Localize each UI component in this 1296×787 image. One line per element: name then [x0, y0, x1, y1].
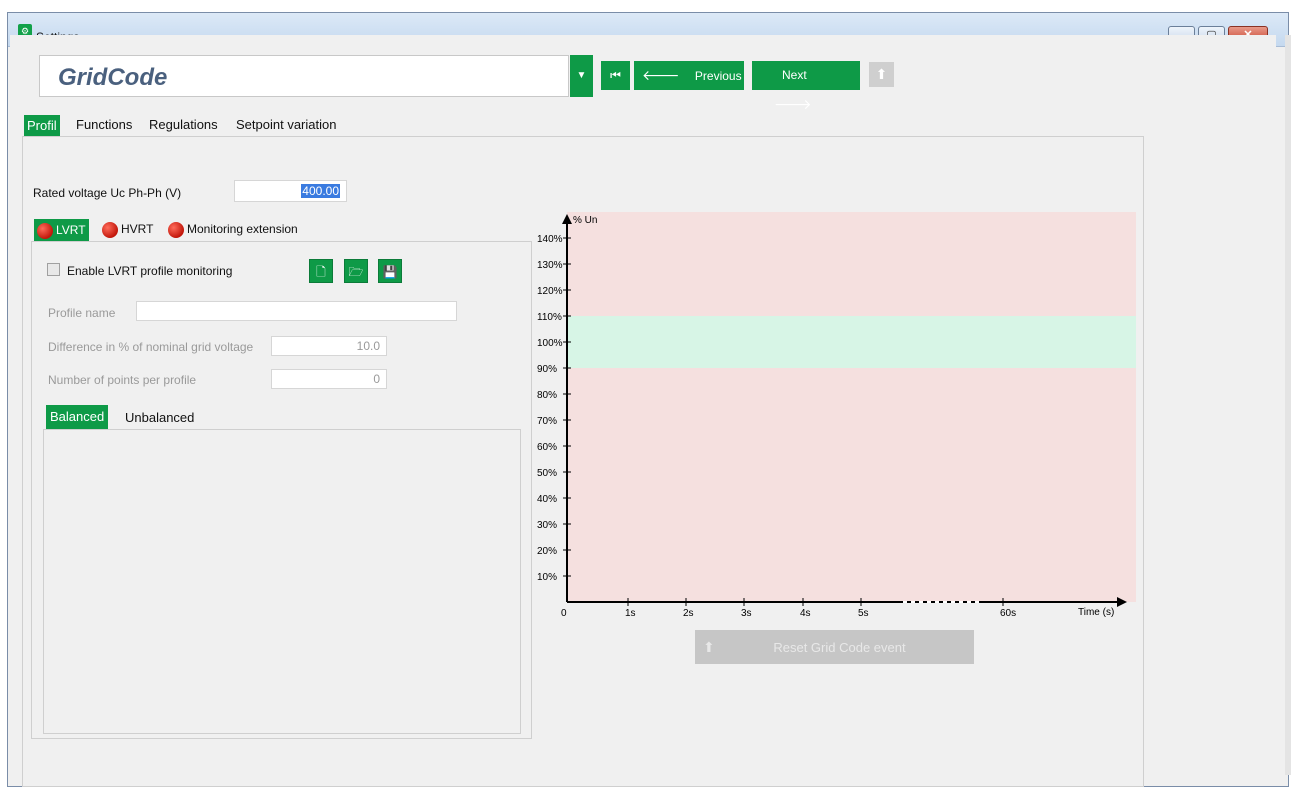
- y-tick-label: 140%: [537, 234, 563, 245]
- next-label: Next: [782, 68, 807, 82]
- points-label: Number of points per profile: [48, 373, 197, 387]
- status-red-icon: [37, 222, 53, 239]
- y-tick-label: 30%: [537, 520, 557, 531]
- zone-nominal: [567, 316, 1136, 368]
- profile-name-input[interactable]: [136, 301, 457, 321]
- y-tick-label: 70%: [537, 416, 557, 427]
- y-tick-label: 40%: [537, 494, 557, 505]
- status-red-icon: [168, 222, 184, 238]
- arrow-right-icon: 🡒: [774, 96, 812, 112]
- x-tick-label: 0: [561, 608, 567, 619]
- points-input[interactable]: 0: [271, 369, 387, 389]
- rated-voltage-label: Rated voltage Uc Ph-Ph (V): [33, 186, 182, 200]
- upload-icon: ⬆: [703, 639, 715, 655]
- zone-low: [567, 368, 1136, 602]
- status-red-icon: [102, 222, 118, 238]
- subtab-hvrt[interactable]: HVRT: [102, 222, 153, 238]
- y-tick-label: 90%: [537, 364, 557, 375]
- enable-lvrt-checkbox[interactable]: [47, 263, 60, 276]
- previous-button[interactable]: 🡐 Previous: [634, 61, 744, 90]
- reset-label: Reset Grid Code event: [773, 640, 906, 655]
- chevron-down-icon[interactable]: ▼: [570, 55, 593, 97]
- reset-grid-code-button[interactable]: ⬆ Reset Grid Code event: [695, 630, 974, 664]
- y-tick-label: 20%: [537, 546, 557, 557]
- gridcode-select[interactable]: GridCode: [39, 55, 569, 97]
- x-tick-label: 4s: [800, 608, 811, 619]
- y-tick-label: 60%: [537, 442, 557, 453]
- tab-regulations[interactable]: Regulations: [149, 117, 218, 132]
- folder-open-icon: 🗁: [348, 265, 364, 279]
- y-tick-label: 110%: [537, 312, 562, 323]
- zone-high: [567, 212, 1136, 316]
- x-tick-label: 2s: [683, 608, 694, 619]
- tab-balanced[interactable]: Balanced: [46, 405, 109, 429]
- x-tick-label: 60s: [1000, 608, 1016, 619]
- new-profile-button[interactable]: 🗋: [309, 259, 333, 283]
- rated-voltage-input[interactable]: 400.00: [234, 180, 347, 202]
- tab-profil[interactable]: Profil: [24, 115, 60, 136]
- lvrt-chart: 10% 20% 30% 40% 50% 60% 70% 80% 90% 100% 110% 120% 1…: [537, 212, 1136, 619]
- open-profile-button[interactable]: 🗁: [344, 259, 368, 283]
- x-tick-label: 5s: [858, 608, 869, 619]
- y-tick-label: 50%: [537, 468, 557, 479]
- tab-unbalanced[interactable]: Unbalanced: [125, 410, 194, 425]
- upload-icon: ⬆: [869, 62, 894, 87]
- difference-input[interactable]: 10.0: [271, 336, 387, 356]
- previous-label: Previous: [694, 69, 742, 83]
- x-tick-label: 3s: [741, 608, 752, 619]
- subtab-lvrt[interactable]: LVRT: [34, 219, 89, 241]
- difference-label: Difference in % of nominal grid voltage: [48, 340, 254, 354]
- skip-first-icon: ⏮: [610, 68, 621, 82]
- x-axis-label: Time (s): [1078, 607, 1114, 618]
- y-tick-label: 120%: [537, 286, 563, 297]
- subtab-monitoring-extension[interactable]: Monitoring extension: [168, 222, 298, 238]
- save-profile-button[interactable]: 💾: [378, 259, 402, 283]
- gridcode-value: GridCode: [58, 64, 168, 91]
- y-ticks: 10% 20% 30% 40% 50% 60% 70% 80% 90% 100% 110% 120% 1…: [537, 234, 571, 583]
- new-file-icon: 🗋: [316, 265, 326, 279]
- profile-points-area: [43, 429, 521, 734]
- next-button[interactable]: Next 🡒: [752, 61, 860, 112]
- window-scrollbar[interactable]: [1285, 35, 1291, 775]
- y-tick-label: 80%: [537, 390, 557, 401]
- y-tick-label: 130%: [537, 260, 563, 271]
- x-tick-label: 1s: [625, 608, 636, 619]
- arrow-left-icon: 🡐: [642, 67, 680, 83]
- save-icon: 💾: [382, 265, 398, 279]
- first-button[interactable]: ⏮: [601, 61, 630, 90]
- y-tick-label: 10%: [537, 572, 557, 583]
- tab-functions[interactable]: Functions: [76, 117, 132, 132]
- tab-setpoint-variation[interactable]: Setpoint variation: [236, 117, 336, 132]
- enable-lvrt-label: Enable LVRT profile monitoring: [67, 264, 233, 278]
- y-tick-label: 100%: [537, 338, 563, 349]
- y-axis-label: % Un: [573, 215, 597, 226]
- profile-name-label: Profile name: [48, 306, 116, 320]
